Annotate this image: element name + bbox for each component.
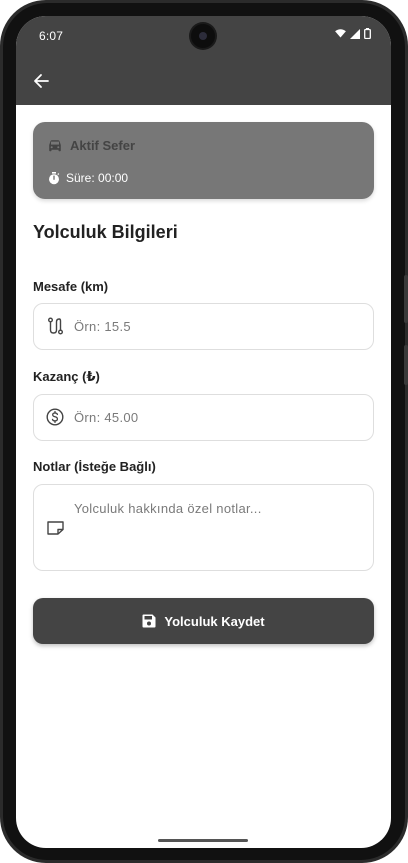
status-time: 6:07 [39, 29, 64, 43]
save-button-label: Yolculuk Kaydet [164, 613, 265, 629]
home-indicator[interactable] [158, 839, 248, 842]
distance-placeholder: Örn: 15.5 [74, 319, 131, 334]
stopwatch-icon [49, 171, 60, 184]
power-button [404, 345, 408, 385]
earnings-input[interactable]: Örn: 45.00 [33, 394, 374, 441]
active-trip-timer-row: Süre: 00:00 [48, 171, 128, 185]
arrow-back-icon [34, 74, 49, 88]
dollar-circle-icon [45, 407, 65, 427]
distance-label: Mesafe (km) [33, 279, 109, 294]
app-bar [16, 56, 391, 105]
status-icons [335, 28, 371, 39]
screen: 6:07 Aktif Sefer Süre: 00:00 Yolculuk Bi… [16, 16, 391, 848]
earnings-placeholder: Örn: 45.00 [74, 410, 139, 425]
note-icon [45, 518, 65, 538]
car-icon [49, 139, 61, 151]
signal-icon [350, 28, 360, 39]
status-bar: 6:07 [16, 16, 391, 56]
save-icon [142, 614, 156, 628]
notes-placeholder: Yolculuk hakkında özel notlar... [74, 501, 262, 516]
wifi-icon [335, 29, 346, 38]
battery-icon [364, 28, 371, 39]
back-button[interactable] [28, 68, 54, 94]
route-icon [45, 316, 65, 336]
notes-label: Notlar (İsteğe Bağlı) [33, 459, 156, 474]
active-trip-card: Aktif Sefer Süre: 00:00 [33, 122, 374, 199]
earnings-label: Kazanç (₺) [33, 369, 100, 384]
active-trip-timer: Süre: 00:00 [66, 171, 129, 185]
save-trip-button[interactable]: Yolculuk Kaydet [33, 598, 374, 644]
volume-button [404, 275, 408, 323]
active-trip-header: Aktif Sefer [48, 138, 135, 153]
distance-input[interactable]: Örn: 15.5 [33, 303, 374, 350]
device-frame: 6:07 Aktif Sefer Süre: 00:00 Yolculuk Bi… [0, 0, 408, 863]
front-camera [191, 24, 215, 48]
form-title: Yolculuk Bilgileri [33, 222, 178, 242]
notes-textarea[interactable]: Yolculuk hakkında özel notlar... [33, 484, 374, 571]
active-trip-title: Aktif Sefer [70, 138, 136, 153]
